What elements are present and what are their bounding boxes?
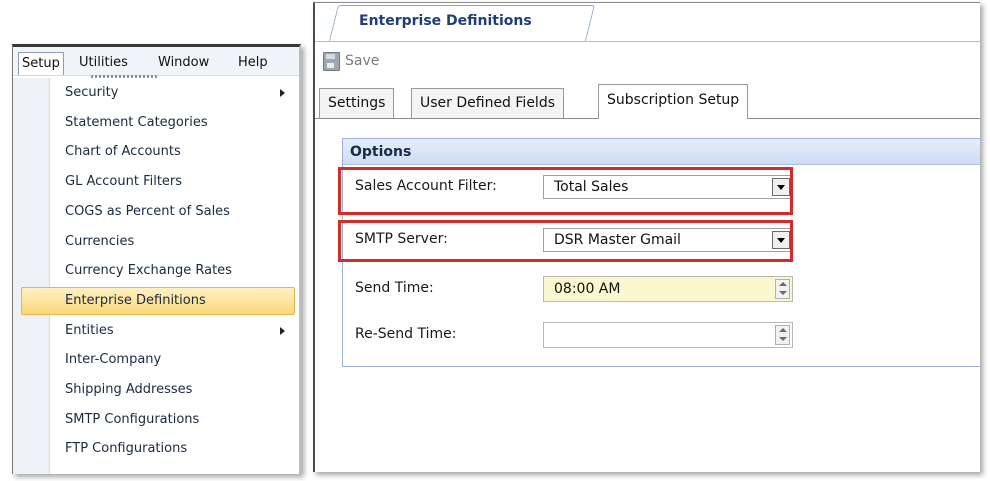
menu-item-label: Inter-Company: [65, 352, 162, 368]
tab-content: Options Sales Account Filter: Total Sale…: [315, 118, 980, 378]
spin-down-icon[interactable]: [779, 337, 787, 341]
resend-time-input[interactable]: [543, 322, 793, 348]
menu-utilities[interactable]: Utilities: [79, 53, 128, 72]
menu-item-cogs-percent-sales[interactable]: COGS as Percent of Sales: [13, 197, 299, 227]
menu-item-security[interactable]: Security: [13, 78, 299, 108]
menu-item-label: FTP Configurations: [65, 441, 188, 457]
menu-item-currency-exchange-rates[interactable]: Currency Exchange Rates: [13, 256, 299, 286]
menu-item-label: Shipping Addresses: [65, 382, 193, 397]
menu-item-inter-company[interactable]: Inter-Company: [13, 345, 299, 375]
options-group: Options Sales Account Filter: Total Sale…: [342, 138, 980, 367]
menu-item-entities[interactable]: Entities: [13, 316, 299, 346]
menu-item-gl-account-filters[interactable]: GL Account Filters: [13, 167, 299, 197]
sales-account-filter-row: Sales Account Filter: Total Sales: [343, 166, 980, 206]
menu-item-smtp-configurations[interactable]: SMTP Configurations: [13, 405, 299, 435]
spin-down-icon[interactable]: [779, 291, 787, 295]
sales-account-filter-value: Total Sales: [554, 179, 629, 195]
smtp-server-label: SMTP Server:: [355, 231, 448, 247]
sales-account-filter-label: Sales Account Filter:: [355, 178, 497, 194]
menu-item-statement-categories[interactable]: Statement Categories: [13, 108, 299, 138]
spin-buttons[interactable]: [775, 279, 790, 299]
menu-window[interactable]: Window: [158, 53, 209, 72]
menu-item-label: Enterprise Definitions: [65, 292, 206, 308]
chevron-down-icon[interactable]: [772, 231, 790, 249]
tab-user-defined-fields[interactable]: User Defined Fields: [411, 88, 565, 118]
menu-item-label: Statement Categories: [65, 114, 208, 130]
tab-subscription-setup[interactable]: Subscription Setup: [598, 84, 749, 119]
menu-item-label: Chart of Accounts: [65, 144, 181, 160]
setup-dropdown-menu: Security Statement Categories Chart of A…: [13, 78, 299, 474]
save-icon: [323, 52, 340, 71]
smtp-server-value: DSR Master Gmail: [554, 232, 681, 248]
menubar: Setup Utilities Window Help: [13, 47, 299, 76]
submenu-arrow-icon: [280, 89, 285, 97]
menu-item-label: Currencies: [65, 233, 135, 249]
spin-up-icon[interactable]: [779, 282, 787, 286]
spin-up-icon[interactable]: [779, 328, 787, 332]
enterprise-definitions-window: Enterprise Definitions Save Settings Use…: [313, 2, 980, 472]
menu-item-enterprise-definitions[interactable]: Enterprise Definitions: [13, 286, 299, 316]
menu-item-chart-of-accounts[interactable]: Chart of Accounts: [13, 137, 299, 167]
resend-time-label: Re-Send Time:: [355, 326, 457, 342]
setup-menu-panel: Setup Utilities Window Help Security Sta…: [12, 44, 301, 474]
send-time-label: Send Time:: [355, 280, 434, 296]
menu-item-ftp-configurations[interactable]: FTP Configurations: [13, 434, 299, 464]
options-header: Options: [343, 139, 980, 165]
resend-time-row: Re-Send Time:: [343, 314, 980, 354]
menu-item-label: SMTP Configurations: [65, 411, 200, 427]
menu-item-label: Security: [65, 85, 119, 100]
menu-item-currencies[interactable]: Currencies: [13, 227, 299, 257]
menu-item-label: Entities: [65, 322, 114, 338]
tab-bar: Settings User Defined Fields Subscriptio…: [315, 84, 980, 119]
submenu-arrow-icon: [280, 326, 285, 335]
menu-setup[interactable]: Setup: [18, 52, 64, 75]
menu-item-shipping-addresses[interactable]: Shipping Addresses: [13, 375, 299, 405]
sales-account-filter-select[interactable]: Total Sales: [543, 175, 793, 199]
save-button[interactable]: Save: [345, 53, 379, 69]
smtp-server-select[interactable]: DSR Master Gmail: [543, 228, 793, 252]
menu-item-label: GL Account Filters: [65, 174, 183, 190]
smtp-server-row: SMTP Server: DSR Master Gmail: [343, 219, 980, 259]
chevron-down-icon[interactable]: [772, 178, 790, 196]
send-time-input[interactable]: 08:00 AM: [543, 276, 793, 302]
spin-buttons[interactable]: [775, 325, 790, 345]
document-tabstrip: Enterprise Definitions: [315, 3, 980, 42]
menu-item-label: Currency Exchange Rates: [65, 263, 232, 279]
send-time-row: Send Time: 08:00 AM: [343, 268, 980, 308]
send-time-value: 08:00 AM: [554, 281, 621, 297]
document-tab-enterprise-definitions[interactable]: Enterprise Definitions: [359, 13, 532, 29]
toolbar: Save: [315, 42, 980, 84]
menu-item-label: COGS as Percent of Sales: [65, 203, 230, 219]
tab-settings[interactable]: Settings: [319, 88, 395, 118]
menu-help[interactable]: Help: [238, 53, 268, 72]
